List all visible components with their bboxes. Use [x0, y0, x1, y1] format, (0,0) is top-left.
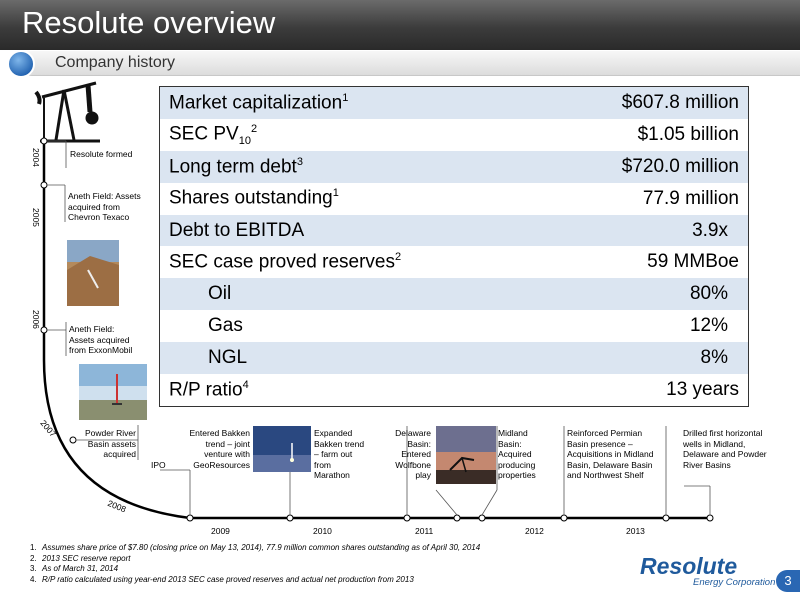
year-label: 2013 — [626, 526, 645, 536]
year-label: 2005 — [31, 208, 41, 227]
subheader-bar: Company history — [0, 48, 800, 78]
table-row: Market capitalization1 $607.8 million — [160, 87, 748, 119]
pump-jack-icon — [34, 81, 100, 143]
year-label: 2004 — [31, 148, 41, 167]
footnote-item: 2. 2013 SEC reserve report — [30, 553, 131, 563]
logo-brand: Resolute — [640, 553, 738, 579]
slide-title: Resolute overview — [22, 5, 276, 40]
table-row: Gas 12% — [160, 310, 748, 342]
year-label: 2010 — [313, 526, 332, 536]
footnotes: 1. Assumes share price of $7.80 (closing … — [30, 543, 480, 585]
metric-label: Shares outstanding1 — [169, 187, 339, 209]
metric-label: R/P ratio4 — [169, 378, 249, 401]
table-row: NGL 8% — [160, 342, 748, 375]
photo-sunset-pumpjack — [436, 426, 496, 484]
metrics-table: Market capitalization1 $607.8 million SE… — [159, 86, 749, 407]
metric-value: 59 MMBoe — [647, 251, 739, 273]
footnote-item: 1. Assumes share price of $7.80 (closing … — [30, 543, 481, 552]
event-bakken-jv: Entered Bakken trend – joint venture wit… — [189, 428, 250, 470]
event-midland: Midland Basin: Acquired producing proper… — [498, 428, 536, 480]
year-label: 2006 — [31, 310, 41, 329]
event-ipo: IPO — [151, 460, 166, 470]
metric-value: $1.05 billion — [637, 123, 739, 145]
metric-value: 13 years — [666, 378, 739, 400]
footnote-item: 3. As of March 31, 2014 — [30, 564, 119, 574]
metric-value: $720.0 million — [621, 155, 739, 177]
table-row: SEC case proved reserves2 59 MMBoe — [160, 246, 748, 278]
photo-desert-rig — [67, 240, 119, 306]
metric-label: Market capitalization1 — [169, 91, 349, 114]
logo-subtitle: Energy Corporation — [693, 577, 776, 588]
page-number: 3 — [776, 570, 800, 592]
slide-subtitle: Company history — [55, 54, 176, 71]
footnote-item: 4. R/P ratio calculated using year-end 20… — [30, 574, 414, 584]
metric-value: $607.8 million — [621, 91, 739, 113]
year-label: 2007 — [38, 418, 59, 439]
bullet-circle-icon — [2, 49, 36, 79]
event-bakken-expanded: Expanded Bakken trend – farm out from Ma… — [314, 428, 365, 480]
metric-value: 80% — [689, 283, 728, 305]
table-row: R/P ratio4 13 years — [160, 374, 748, 406]
metric-label: Debt to EBITDA — [169, 219, 305, 241]
event-aneth-exxon: Aneth Field: Assets acquired from ExxonM… — [69, 324, 133, 355]
slide-header: Resolute overview — [0, 0, 800, 50]
year-label: 2008 — [106, 498, 128, 515]
table-row: SEC PV102 $1.05 billion — [160, 119, 748, 151]
year-label: 2011 — [415, 526, 434, 536]
event-powder-river: Powder River Basin assets acquired — [84, 428, 136, 459]
metric-label: SEC PV102 — [169, 122, 258, 147]
metric-label: Gas — [208, 315, 243, 337]
year-label: 2012 — [525, 526, 544, 536]
metric-value: 12% — [689, 315, 728, 337]
metric-value: 77.9 million — [642, 187, 739, 209]
company-logo: Resolute Energy Corporation — [640, 553, 780, 588]
metric-label: NGL — [208, 347, 248, 369]
photo-night-rig — [253, 426, 311, 472]
metric-value: 3.9x — [692, 219, 728, 241]
event-aneth-chevron: Aneth Field: Assets acquired from Chevro… — [68, 191, 141, 222]
event-permian: Reinforced Permian Basin presence – Acqu… — [567, 428, 654, 480]
metric-label: Oil — [208, 283, 232, 305]
metric-label: SEC case proved reserves2 — [169, 251, 402, 273]
table-row: Shares outstanding1 77.9 million — [160, 183, 748, 215]
table-row: Debt to EBITDA 3.9x — [160, 214, 748, 247]
metric-value: 8% — [700, 347, 728, 369]
event-resolute-formed: Resolute formed — [70, 149, 133, 159]
year-label: 2009 — [211, 526, 230, 536]
table-row: Long term debt3 $720.0 million — [160, 150, 748, 183]
event-delaware: Delaware Basin: Entered Wolfbone play — [395, 428, 431, 480]
table-row: Oil 80% — [160, 278, 748, 311]
event-horizontal-wells: Drilled first horizontal wells in Midlan… — [683, 428, 767, 470]
photo-drilling-rig — [79, 364, 147, 420]
metric-label: Long term debt3 — [169, 155, 303, 177]
